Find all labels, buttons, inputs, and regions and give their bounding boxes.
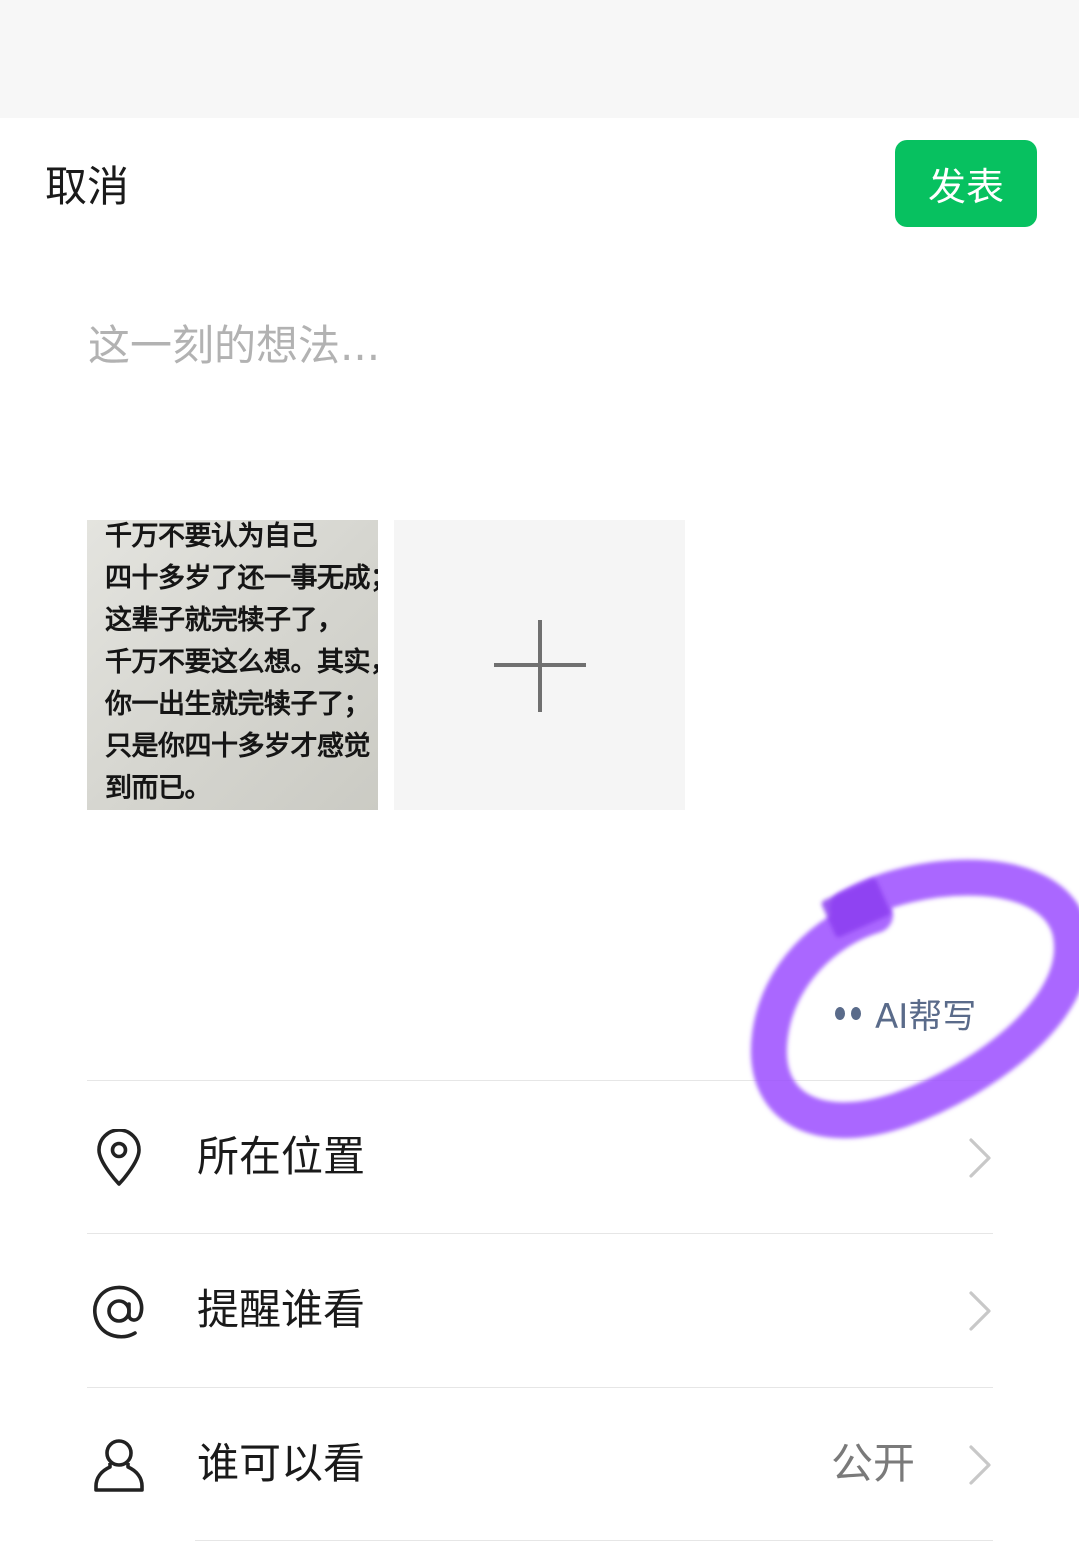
divider [195,1540,993,1541]
status-bar [0,0,1079,118]
cancel-button[interactable]: 取消 [45,160,129,214]
location-pin-icon [97,1129,141,1186]
chevron-right-icon [969,1291,991,1331]
ai-write-button[interactable]: AI帮写 [835,990,977,1037]
menu-row-visibility[interactable]: 谁可以看 公开 [87,1388,993,1541]
photo-text-line: 你一出生就完犊子了； [105,689,371,720]
visibility-value: 公开 [830,1439,915,1488]
menu-label-visibility: 谁可以看 [197,1439,366,1488]
menu-label-location: 所在位置 [197,1132,366,1181]
menu-label-mention: 提醒谁看 [197,1285,366,1334]
photo-text-line: 四十多岁了还一事无成； [105,563,378,594]
at-sign-icon [93,1285,144,1339]
chevron-right-icon [969,1138,991,1178]
menu-row-mention[interactable]: 提醒谁看 [87,1234,993,1387]
chevron-right-icon [969,1445,991,1485]
photo-thumbnail[interactable]: 千万不要认为自己 四十多岁了还一事无成； 这辈子就完犊子了， 千万不要这么想。其… [87,520,378,810]
post-text-input[interactable] [88,305,988,385]
photo-text-line: 到而已。 [105,773,212,804]
ai-dots-icon [835,1006,861,1020]
photo-text-line: 千万不要认为自己 [105,521,318,552]
ai-write-label: AI帮写 [875,996,977,1037]
add-photo-button[interactable] [394,520,685,810]
photo-text-line: 只是你四十多岁才感觉 [105,731,371,762]
publish-button[interactable]: 发表 [895,140,1037,227]
photo-text-line: 这辈子就完犊子了， [105,605,344,636]
person-icon [94,1439,144,1492]
photo-text-line: 千万不要这么想。其实， [105,647,378,678]
menu-row-location[interactable]: 所在位置 [87,1081,993,1234]
